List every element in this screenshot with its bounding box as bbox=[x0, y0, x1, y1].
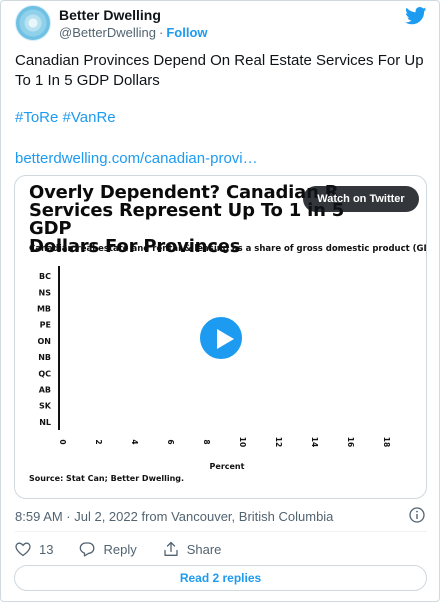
y-tick-label: NS bbox=[39, 288, 52, 297]
y-tick-label: MB bbox=[37, 305, 51, 314]
reply-button[interactable]: Reply bbox=[79, 541, 137, 557]
x-tick-label: 18 bbox=[382, 437, 391, 447]
chart-subtitle: Canadian real estate and rental & leasin… bbox=[29, 244, 427, 254]
y-tick-label: BC bbox=[39, 272, 51, 281]
heart-icon bbox=[15, 542, 31, 556]
watch-on-twitter-button[interactable]: Watch on Twitter bbox=[303, 186, 419, 212]
y-tick-label: QC bbox=[38, 369, 51, 378]
y-tick-label: ON bbox=[38, 337, 52, 346]
x-tick-label: 0 bbox=[58, 439, 67, 444]
tweet-text: Canadian Provinces Depend On Real Estate… bbox=[15, 52, 424, 89]
x-tick-label: 12 bbox=[274, 437, 283, 447]
tweet-card: Better Dwelling @BetterDwelling · Follow C… bbox=[0, 0, 440, 602]
info-icon[interactable] bbox=[409, 507, 425, 523]
reply-label: Reply bbox=[103, 541, 137, 557]
hashtags: #ToRe #VanRe bbox=[15, 109, 116, 126]
y-tick-label: NB bbox=[38, 353, 51, 362]
x-tick-label: 10 bbox=[238, 437, 247, 447]
separator-dot: · bbox=[159, 25, 164, 40]
like-count: 13 bbox=[39, 541, 54, 557]
x-tick-label: 6 bbox=[166, 439, 175, 444]
x-tick-label: 14 bbox=[310, 437, 319, 447]
reply-icon bbox=[80, 542, 95, 557]
x-tick-label: 4 bbox=[130, 439, 139, 444]
y-tick-label: NL bbox=[39, 418, 51, 427]
author-handle-line: @BetterDwelling · Follow bbox=[59, 25, 208, 40]
tweet-header: Better Dwelling @BetterDwelling · Follow bbox=[15, 5, 427, 41]
divider bbox=[15, 531, 427, 532]
action-bar: 13 Reply Share bbox=[15, 541, 247, 557]
hashtag-tore[interactable]: #ToRe bbox=[15, 109, 58, 126]
play-icon bbox=[217, 329, 234, 349]
x-tick-label: 8 bbox=[202, 439, 211, 444]
share-icon bbox=[164, 541, 178, 556]
y-tick-label: AB bbox=[39, 386, 51, 395]
follow-button[interactable]: Follow bbox=[166, 25, 207, 40]
x-tick-label: 16 bbox=[346, 437, 355, 447]
x-tick-label: 2 bbox=[94, 439, 103, 444]
y-tick-label: SK bbox=[39, 402, 52, 411]
share-label: Share bbox=[186, 541, 222, 557]
tweet-timestamp[interactable]: 8:59 AM · Jul 2, 2022 from Vancouver, Br… bbox=[15, 509, 333, 524]
play-button[interactable] bbox=[197, 314, 245, 362]
media-card[interactable]: Overly Dependent? Canadian R Services Re… bbox=[14, 175, 427, 499]
y-tick-label: PE bbox=[40, 321, 51, 330]
chart-source: Source: Stat Can; Better Dwelling. bbox=[29, 474, 185, 483]
author-handle[interactable]: @BetterDwelling bbox=[59, 25, 156, 40]
author-name[interactable]: Better Dwelling bbox=[59, 7, 161, 23]
read-replies-button[interactable]: Read 2 replies bbox=[14, 565, 427, 591]
twitter-bird-icon[interactable] bbox=[405, 7, 427, 25]
hashtag-vanre[interactable]: #VanRe bbox=[63, 109, 116, 126]
x-axis-label: Percent bbox=[210, 462, 245, 471]
article-link[interactable]: betterdwelling.com/canadian-provi… bbox=[15, 150, 258, 167]
avatar[interactable] bbox=[15, 5, 51, 41]
share-button[interactable]: Share bbox=[163, 541, 222, 557]
chart: BC NS MB PE ON NB QC AB SK NL 0 2 4 6 8 10 12 14 16 18 Perce… bbox=[37, 266, 391, 471]
like-button[interactable]: 13 bbox=[15, 542, 53, 557]
